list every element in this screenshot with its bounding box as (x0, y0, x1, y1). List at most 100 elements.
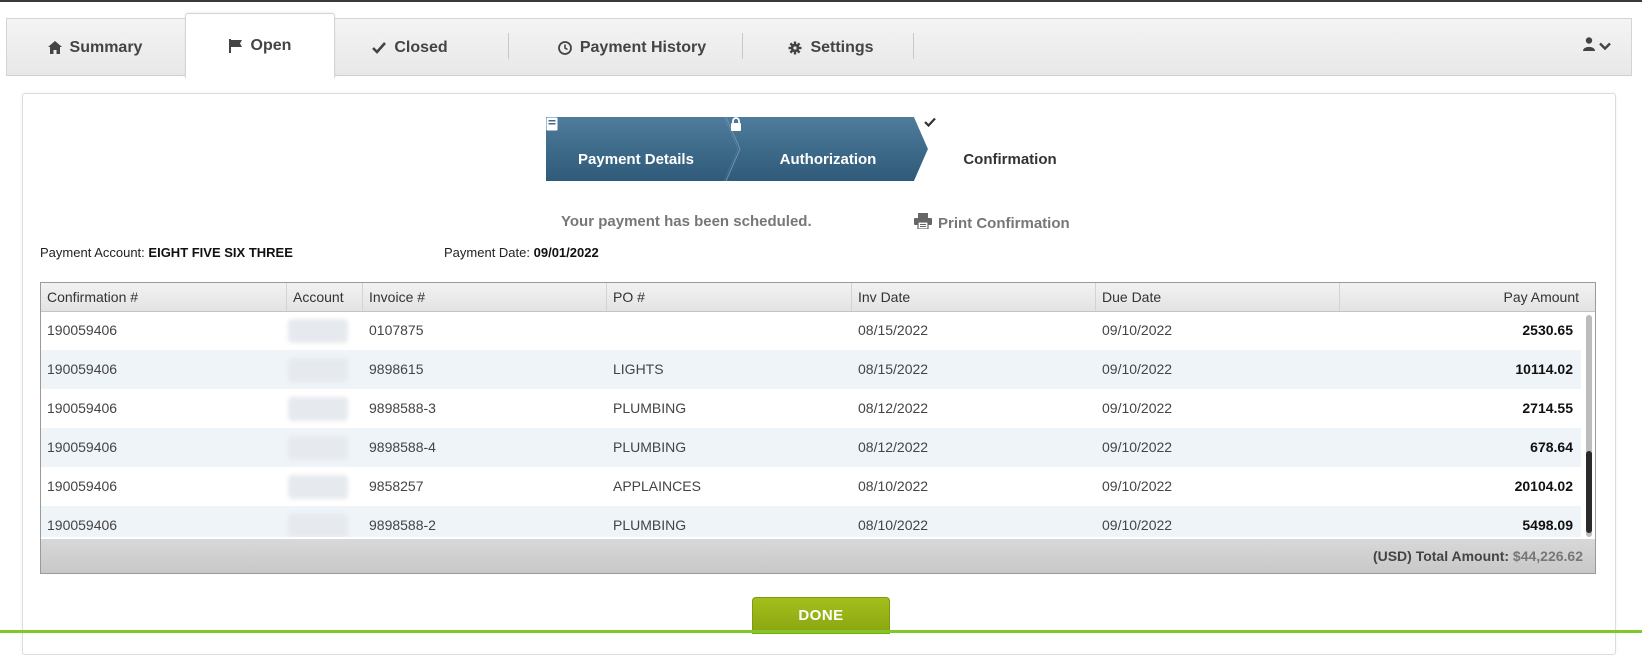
cell-due-date: 09/10/2022 (1102, 322, 1173, 338)
print-confirmation-link[interactable]: Print Confirmation (914, 213, 1070, 233)
tab-closed[interactable]: Closed (335, 19, 485, 76)
cell-confirmation: 190059406 (47, 322, 118, 338)
redacted-account (288, 436, 348, 460)
cell-invoice: 0107875 (369, 322, 424, 338)
cell-due-date: 09/10/2022 (1102, 517, 1173, 533)
cell-amount: 2714.55 (1522, 400, 1573, 416)
column-header[interactable]: Pay Amount (1340, 283, 1595, 311)
chevron-down-icon (1599, 38, 1611, 56)
home-icon (47, 41, 62, 54)
print-label: Print Confirmation (938, 214, 1070, 232)
status-message: Your payment has been scheduled. (561, 213, 812, 230)
cell-po: APPLAINCES (613, 478, 701, 494)
cell-due-date: 09/10/2022 (1102, 439, 1173, 455)
cell-confirmation: 190059406 (47, 400, 118, 416)
payment-date: Payment Date: 09/01/2022 (444, 245, 599, 260)
table-header: Confirmation # Account Invoice # PO # In… (41, 283, 1595, 312)
tab-divider (742, 33, 743, 59)
flag-icon (228, 39, 243, 53)
step-label: Confirmation (963, 150, 1057, 168)
redacted-account (288, 319, 348, 343)
tab-divider (913, 33, 914, 59)
table-row[interactable]: 190059406 9898588-4 PLUMBING 08/12/2022 … (41, 428, 1581, 467)
redacted-account (288, 358, 348, 382)
done-button[interactable]: DONE (752, 597, 890, 634)
column-header[interactable]: Due Date (1096, 283, 1340, 311)
printer-icon (914, 213, 932, 233)
tab-label: Open (250, 37, 292, 54)
cell-due-date: 09/10/2022 (1102, 400, 1173, 416)
redacted-account (288, 397, 348, 421)
cell-inv-date: 08/12/2022 (858, 439, 929, 455)
table-footer: (USD) Total Amount: $44,226.62 (41, 539, 1595, 573)
step-confirmation: Confirmation (924, 117, 1096, 181)
payment-account-value: EIGHT FIVE SIX THREE (148, 245, 293, 260)
clock-icon (557, 40, 572, 55)
payments-table: Confirmation # Account Invoice # PO # In… (40, 282, 1596, 574)
scrollbar-thumb[interactable] (1586, 451, 1592, 533)
column-header[interactable]: Inv Date (852, 283, 1096, 311)
cell-po: LIGHTS (613, 361, 664, 377)
cell-po: PLUMBING (613, 517, 687, 533)
cell-amount: 20104.02 (1514, 478, 1573, 494)
column-header[interactable]: PO # (607, 283, 852, 311)
cell-due-date: 09/10/2022 (1102, 478, 1173, 494)
column-header[interactable]: Confirmation # (41, 283, 287, 311)
wizard-stepper: Payment Details Authorization Confirmati… (546, 117, 1098, 181)
cell-invoice: 9898615 (369, 361, 424, 377)
table-scrollbar[interactable] (1585, 311, 1593, 537)
total-label: (USD) Total Amount: (1372, 548, 1510, 564)
cell-inv-date: 08/15/2022 (858, 322, 929, 338)
cell-po (607, 311, 852, 350)
cell-amount: 2530.65 (1522, 322, 1573, 338)
cell-inv-date: 08/15/2022 (858, 361, 929, 377)
table-row[interactable]: 190059406 0107875 08/15/2022 09/10/2022 … (41, 311, 1581, 350)
cell-inv-date: 08/10/2022 (858, 517, 929, 533)
cell-po: PLUMBING (613, 439, 687, 455)
cell-invoice: 9898588-4 (369, 439, 436, 455)
cell-invoice: 9898588-2 (369, 517, 436, 533)
cell-invoice: 9858257 (369, 478, 424, 494)
tab-label: Summary (69, 38, 143, 56)
redacted-account (288, 475, 348, 499)
cell-confirmation: 190059406 (47, 517, 118, 533)
cell-inv-date: 08/12/2022 (858, 400, 929, 416)
user-menu[interactable] (1583, 37, 1611, 56)
step-label: Payment Details (578, 150, 694, 168)
tab-summary[interactable]: Summary (7, 19, 183, 76)
table-row[interactable]: 190059406 9898588-2 PLUMBING 08/10/2022 … (41, 506, 1581, 537)
table-row[interactable]: 190059406 9858257 APPLAINCES 08/10/2022 … (41, 467, 1581, 506)
payment-account: Payment Account: EIGHT FIVE SIX THREE (40, 245, 293, 260)
step-payment-details: Payment Details (546, 117, 726, 181)
column-header[interactable]: Account (287, 283, 363, 311)
cell-confirmation: 190059406 (47, 361, 118, 377)
cell-amount: 5498.09 (1522, 517, 1573, 533)
table-row[interactable]: 190059406 9898588-3 PLUMBING 08/12/2022 … (41, 389, 1581, 428)
gear-icon (788, 41, 802, 55)
tab-divider (508, 33, 509, 59)
cell-amount: 10114.02 (1515, 361, 1573, 377)
step-authorization: Authorization (730, 117, 926, 181)
cell-inv-date: 08/10/2022 (858, 478, 929, 494)
cell-confirmation: 190059406 (47, 478, 118, 494)
redacted-account (288, 514, 348, 537)
tab-label: Payment History (579, 38, 707, 56)
table-row[interactable]: 190059406 9898615 LIGHTS 08/15/2022 09/1… (41, 350, 1581, 389)
cell-invoice: 9898588-3 (369, 400, 436, 416)
user-icon (1583, 37, 1595, 56)
cell-po: PLUMBING (613, 400, 687, 416)
payment-date-label: Payment Date: (444, 245, 530, 260)
cell-due-date: 09/10/2022 (1102, 361, 1173, 377)
table-body: 190059406 0107875 08/15/2022 09/10/2022 … (41, 311, 1581, 537)
payment-date-value: 09/01/2022 (533, 245, 599, 260)
total-amount: $44,226.62 (1512, 548, 1583, 564)
tab-open[interactable]: Open (185, 13, 335, 78)
column-header[interactable]: Invoice # (363, 283, 607, 311)
tab-settings[interactable]: Settings (751, 19, 911, 76)
cell-amount: 678.64 (1530, 439, 1573, 455)
check-icon (372, 41, 387, 54)
tab-bar: Summary Open Closed Payment History Sett… (6, 13, 1632, 78)
step-label: Authorization (779, 150, 877, 168)
tab-payment-history[interactable]: Payment History (517, 19, 747, 76)
payment-account-label: Payment Account: (40, 245, 145, 260)
